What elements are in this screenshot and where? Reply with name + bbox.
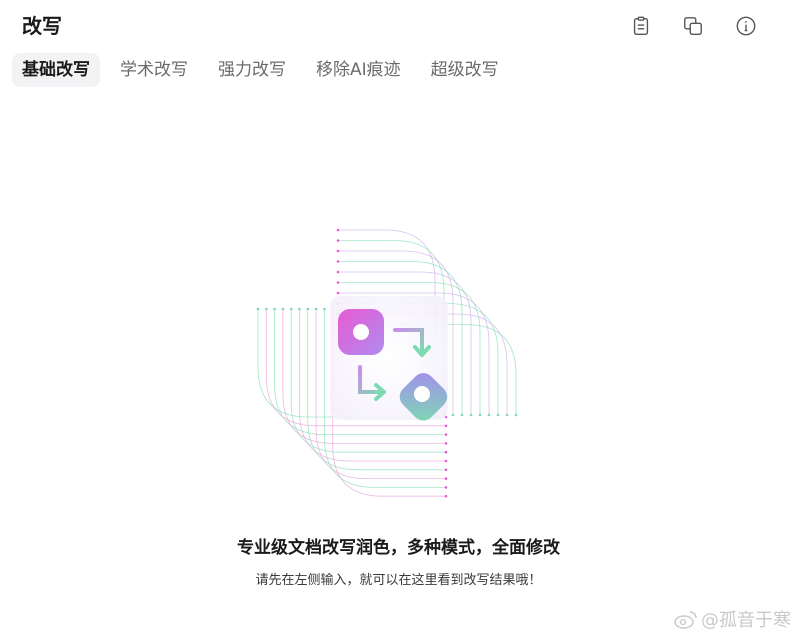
header: 改写 [0,0,797,50]
decor-dot [336,228,340,232]
decor-dot [336,291,340,295]
decor-dot [273,307,276,311]
decor-dot [444,433,448,436]
decor-dot [265,307,268,311]
decor-dot [451,413,455,417]
copy-icon[interactable] [680,13,706,39]
decor-dot [306,307,310,311]
decor-dot [336,249,340,253]
tab-strong-rewrite[interactable]: 强力改写 [208,53,296,87]
tab-academic-rewrite[interactable]: 学术改写 [110,53,198,87]
decor-dot [469,413,473,417]
tab-remove-ai-traces[interactable]: 移除AI痕迹 [306,53,411,87]
tab-basic-rewrite[interactable]: 基础改写 [12,53,100,87]
decor-dot [281,307,285,311]
info-icon[interactable] [733,13,759,39]
decor-dot [298,307,301,311]
decor-dot [444,442,448,445]
decor-dot [289,307,293,311]
decor-dot [256,307,260,311]
decor-dot [478,413,482,417]
decor-dot [514,413,518,417]
decor-dot [314,307,318,311]
decor-dot [444,486,448,489]
empty-state-illustration [250,222,540,507]
decor-dot [336,239,340,242]
mode-tabs: 基础改写 学术改写 强力改写 移除AI痕迹 超级改写 [12,53,519,89]
rewrite-illustration-icon [256,228,518,498]
decor-dot [444,468,448,472]
weibo-icon [674,611,697,629]
decor-dot [444,477,448,480]
empty-state-description: 请先在左侧输入，就可以在这里看到改写结果哦！ [255,573,542,588]
decor-dot [323,307,326,311]
decor-dot [444,459,448,463]
decor-dot [336,260,340,263]
page-title: 改写 [22,14,62,38]
decor-dot [496,413,500,417]
clipboard-icon[interactable] [628,13,654,39]
watermark-text: @孤音于寒 [701,610,791,631]
decor-dot [487,413,491,417]
watermark: @孤音于寒 [673,606,791,632]
decor-dot [444,494,448,498]
decor-dot [336,270,340,274]
decor-dot [460,413,464,417]
tab-super-rewrite[interactable]: 超级改写 [421,53,509,87]
decor-dot [505,413,509,417]
decor-dot [444,424,448,428]
decor-dot [444,450,448,454]
decor-dot [336,281,340,284]
empty-state-headline: 专业级文档改写润色，多种模式，全面修改 [237,538,560,558]
